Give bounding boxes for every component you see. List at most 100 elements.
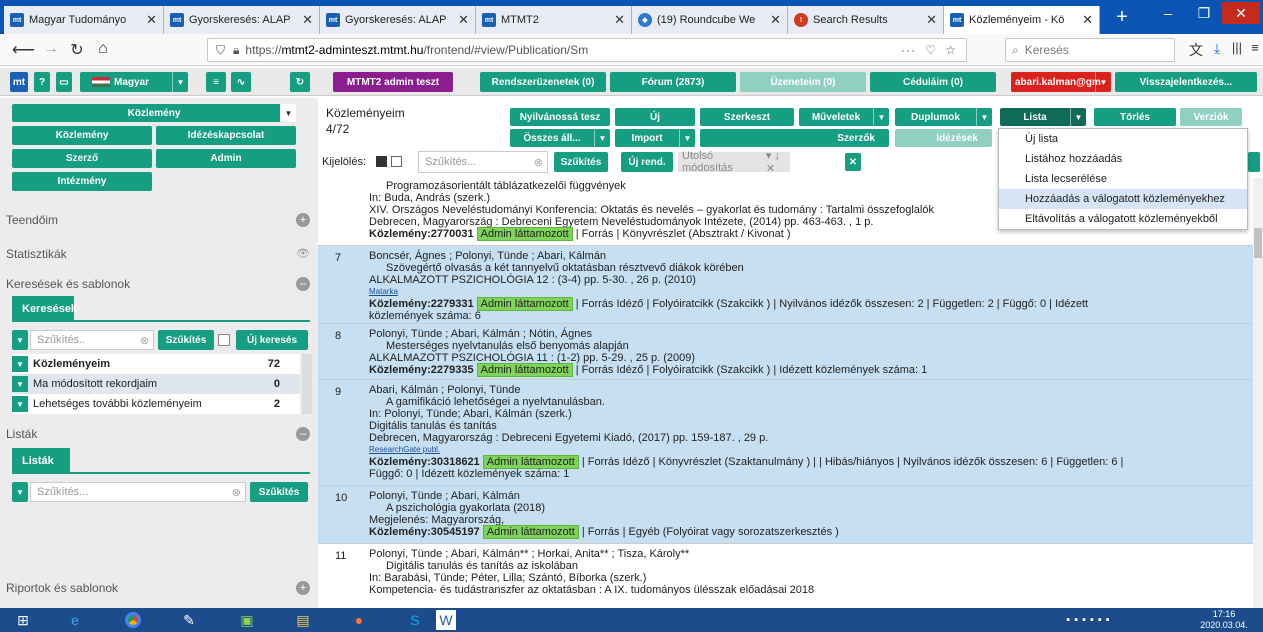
user-menu[interactable]: abari.kalman@gm ▼ [1011,72,1111,92]
chevron-down-icon[interactable]: ▼ [12,482,28,502]
select-all-checkbox[interactable] [376,156,387,167]
system-messages-button[interactable]: Rendszerüzenetek (0) [480,72,606,92]
clock[interactable]: 17:16 2020.03.04. [1194,609,1254,631]
tab-lists[interactable]: Listák [12,448,70,474]
list-item[interactable]: 9 Abari, Kálmán ; Polonyi, Tünde A gamif… [318,380,1253,486]
close-icon[interactable]: ✕ [146,12,157,28]
browser-tab[interactable]: mt Gyorskeresés: ALAP ✕ [320,6,476,34]
store-icon[interactable]: ▣ [228,610,266,630]
filter-button[interactable]: Szűkítés [158,330,214,350]
url-bar[interactable]: ⛉ 🔒︎ https://mtmt2-adminteszt.mtmt.hu/fr… [207,38,967,62]
list-item[interactable]: 8 Polonyi, Tünde ; Abari, Kálmán ; Nótin… [318,324,1253,380]
browser-tab[interactable]: mt MTMT2 ✕ [476,6,632,34]
sort-new-button[interactable]: Új rend. [621,152,673,172]
sidebar-button-citation-link[interactable]: Idézéskapcsolat [156,126,296,145]
edit-button[interactable]: Szerkeszt [700,108,794,126]
section-reports[interactable]: Riportok és sablonok + [6,576,312,600]
plus-icon[interactable]: + [296,581,310,595]
clear-icon[interactable]: ⊗ [232,486,241,499]
scrollbar-thumb[interactable] [1254,228,1262,258]
list-item[interactable]: 10 Polonyi, Tünde ; Abari, Kálmán A pszi… [318,486,1253,544]
sidebar-button-admin[interactable]: Admin [156,149,296,168]
window-icon[interactable]: ▭ [56,72,72,92]
bookmark-star-icon[interactable]: ☆ [945,43,956,57]
menu-icon[interactable]: ≡ [1244,40,1263,55]
my-messages-button[interactable]: Üzeneteim (0) [740,72,866,92]
menu-item-add-to-selected[interactable]: Hozzáadás a válogatott közleményekhez [999,189,1247,209]
system-tray-icons[interactable]: ▪▪▪▪▪▪ [1040,610,1140,630]
sort-field-select[interactable]: Utolsó módosítás ▾ ↓ ✕ [678,150,790,175]
new-button[interactable]: Új [615,108,695,126]
tab-searches[interactable]: Keresések [12,296,77,322]
sidebar-button-publication[interactable]: Közlemény [12,126,152,145]
close-icon[interactable]: ✕ [926,12,937,28]
paint-icon[interactable]: ✎ [170,610,208,630]
download-icon[interactable]: ⤓ [1206,40,1228,57]
language-select[interactable]: Magyar ▼ [80,72,188,92]
word-icon[interactable]: W [436,610,456,630]
activity-icon[interactable]: ∿ [231,72,251,92]
section-todo[interactable]: Teendőim + [6,208,312,232]
maximize-button[interactable]: ❐ [1186,2,1222,24]
result-filter-input[interactable]: Szűkítés... ⊗ [418,151,548,173]
close-icon[interactable]: ✕ [1082,12,1093,28]
citations-button[interactable]: Idézések [895,129,992,147]
browser-tab[interactable]: mt Magyar Tudományo ✕ [4,6,164,34]
windows-start-icon[interactable]: ⊞ [4,610,42,630]
minimize-button[interactable]: – [1150,2,1186,24]
sidebar-button-author[interactable]: Szerző [12,149,152,168]
versions-button[interactable]: Verziók [1180,108,1242,126]
close-icon[interactable]: ✕ [614,12,625,28]
close-icon[interactable]: ✕ [302,12,313,28]
close-icon[interactable]: ✕ [458,12,469,28]
close-window-button[interactable]: ✕ [1222,2,1260,24]
eye-icon[interactable]: 👁︎ [296,247,310,261]
notes-button[interactable]: Céduláim (0) [870,72,996,92]
home-icon[interactable]: ⌂ [92,40,114,58]
reload-icon[interactable]: ↻ [66,40,88,60]
refresh-icon[interactable]: ↻ [290,72,310,92]
close-icon[interactable]: ✕ [845,153,861,171]
clear-icon[interactable]: ⊗ [534,156,543,169]
browser-search-input[interactable]: ⌕ Keresés [1005,38,1175,62]
new-search-button[interactable]: Új keresés [236,330,308,350]
list-view-icon[interactable]: ≡ [206,72,226,92]
checkbox[interactable] [218,334,230,346]
pocket-icon[interactable]: ♡ [925,43,936,57]
scrollbar[interactable] [302,354,312,414]
forward-icon[interactable]: → [40,40,62,58]
menu-item-remove-from-selected[interactable]: Eltávolítás a válogatott közleményekből [999,209,1247,229]
browser-tab[interactable]: mt Gyorskeresés: ALAP ✕ [164,6,320,34]
internet-explorer-icon[interactable]: e [56,610,94,630]
saved-search-item[interactable]: ▼ Lehetséges további közleményeim 2 [12,394,300,414]
clear-icon[interactable]: ⊗ [140,334,149,347]
feedback-button[interactable]: Visszajelentkezés... [1115,72,1257,92]
browser-tab[interactable]: ◆ (19) Roundcube We ✕ [632,6,788,34]
back-icon[interactable]: ⟵ [12,40,35,60]
plus-icon[interactable]: + [296,213,310,227]
list-filter-input[interactable]: Szűkítés... ⊗ [30,482,246,502]
operations-button[interactable]: Műveletek ▼ [799,108,889,126]
help-icon[interactable]: ? [34,72,50,92]
record-type-select[interactable]: Közlemény ▼ [12,104,296,122]
browser-tab-active[interactable]: mt Közleményeim - Kö ✕ [944,6,1100,34]
publish-button[interactable]: Nyilvánossá tesz [510,108,610,126]
authors-button[interactable]: Szerzők [700,129,889,147]
duplicates-button[interactable]: Duplumok ▼ [895,108,992,126]
select-none-checkbox[interactable] [391,156,402,167]
translate-icon[interactable]: 文 [1185,40,1207,60]
firefox-icon[interactable]: ● [340,610,378,630]
menu-item-new-list[interactable]: Új lista [999,129,1247,149]
menu-item-add-to-list[interactable]: Listához hozzáadás [999,149,1247,169]
delete-button[interactable]: Törlés [1094,108,1176,126]
mtmt-logo[interactable]: mt [10,72,28,92]
search-filter-input[interactable]: Szűkítés.. ⊗ [30,330,154,350]
list-item[interactable]: 11 Polonyi, Tünde ; Abari, Kálmán** ; Ho… [318,544,1253,608]
admin-test-label[interactable]: MTMT2 admin teszt [333,72,453,92]
minus-icon[interactable]: – [296,427,310,441]
browser-tab[interactable]: ! Search Results ✕ [788,6,944,34]
section-searches[interactable]: Keresések és sablonok – [6,272,312,296]
section-statistics[interactable]: Statisztikák 👁︎ [6,242,312,266]
chrome-icon[interactable] [114,610,152,630]
status-filter-button[interactable]: Összes áll... ▼ [510,129,610,147]
